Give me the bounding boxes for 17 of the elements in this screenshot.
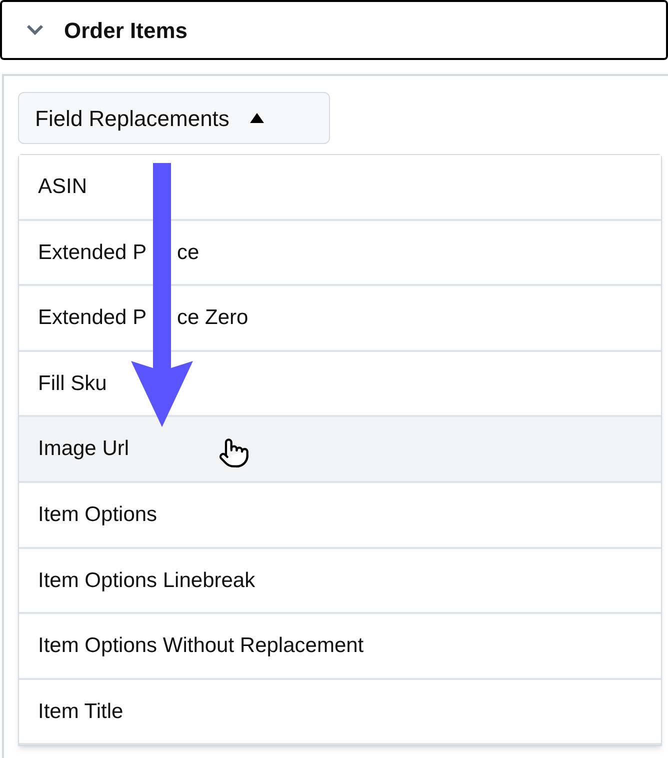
dropdown-button[interactable]: Field Replacements [18, 92, 330, 144]
menu-item[interactable]: Image Url [19, 417, 661, 483]
menu-item-label: ce [177, 240, 200, 266]
hand-cursor-icon [218, 437, 250, 469]
section-title: Order Items [64, 16, 188, 44]
menu-item[interactable]: Fill Sku [19, 352, 661, 418]
menu-item[interactable]: Extended P ce Zero [19, 286, 661, 352]
menu-item[interactable]: Extended P ce [19, 220, 661, 286]
menu-item[interactable]: Item Title [19, 680, 661, 746]
menu-item[interactable]: Item Options [19, 482, 661, 549]
menu-item[interactable]: Item Options Linebreak [19, 548, 661, 614]
menu-item[interactable]: ASIN [19, 155, 661, 221]
menu-item-label: ce Zero [177, 305, 248, 332]
menu-item-label: Extended P [38, 305, 147, 332]
menu-item-label: Extended P [38, 240, 147, 266]
section-header[interactable]: Order Items [0, 0, 668, 60]
menu-item[interactable]: Item Options Without Replacement [19, 614, 661, 680]
